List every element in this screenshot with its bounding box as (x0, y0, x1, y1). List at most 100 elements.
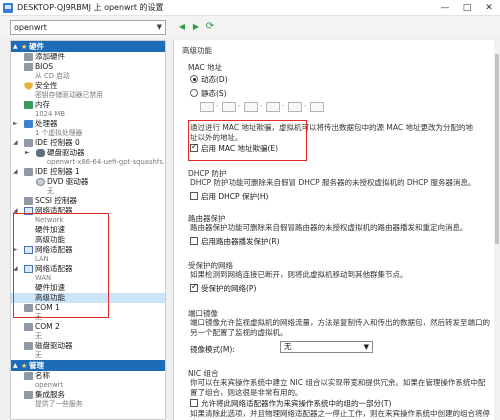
checkbox-checked-icon (190, 282, 198, 292)
protected-network-description: 如果检测到网络连接已断开，则将此虚拟机移动到其他群集节点。 (190, 270, 408, 279)
panel-scrollbar[interactable] (494, 40, 500, 420)
mac-separator: - (304, 102, 307, 110)
tree-label: 名称 (35, 371, 50, 380)
close-icon[interactable]: ✕ (478, 0, 500, 16)
chevron-down-icon: ▼ (156, 23, 162, 31)
floppy-icon (24, 342, 33, 350)
radio-unselected-icon (190, 89, 198, 97)
add-hardware-icon (24, 53, 33, 61)
category-label: 管理 (29, 361, 44, 370)
tree-item-scsi[interactable]: SCSI 控制器 (11, 196, 165, 206)
tree-item-integration[interactable]: 集成服务 (11, 390, 165, 400)
tree-item-processor[interactable]: ► 处理器 (11, 119, 165, 129)
tree-item-dvd[interactable]: DVD 驱动器 (11, 177, 165, 187)
refresh-icon[interactable]: ⟳ (204, 20, 216, 33)
mac-octet-2[interactable] (222, 102, 236, 112)
mac-octet-4[interactable] (266, 102, 280, 112)
tree-item-ide0[interactable]: ◢ IDE 控制器 0 (11, 138, 165, 148)
back-arrow-icon[interactable]: ◀ (176, 20, 188, 33)
checkbox-unchecked-icon (190, 399, 198, 407)
tree-label: IDE 控制器 1 (35, 167, 80, 176)
tree-item-com2[interactable]: COM 2 (11, 322, 165, 332)
collapse-icon[interactable]: ◢ (13, 167, 20, 177)
expand-icon[interactable]: ► (13, 119, 20, 129)
forward-arrow-icon[interactable]: ▶ (190, 20, 202, 33)
category-hardware[interactable]: ▲ ★ 硬件 (11, 41, 165, 52)
tree-item-bios[interactable]: BIOS (11, 62, 165, 72)
minimize-icon[interactable]: — (434, 0, 456, 16)
tree-label: 处理器 (35, 119, 58, 128)
dhcp-description: DHCP 防护功能可删除来自假冒 DHCP 服务器的未授权虚拟机的 DHCP 服… (190, 178, 476, 187)
tree-label: COM 2 (35, 322, 60, 331)
controller-icon (24, 197, 33, 205)
settings-panel: 高级功能 MAC 地址 动态(D) 静态(S) - - - - - 通过进行 M… (173, 40, 500, 420)
checkbox-label: 启用路由器播发保护(R) (201, 237, 280, 246)
collapse-icon[interactable]: ▲ (13, 43, 21, 50)
tree-item-add-hardware[interactable]: 添加硬件 (11, 52, 165, 62)
vm-selector[interactable]: openwrt ▼ (10, 20, 166, 35)
collapse-icon[interactable]: ▲ (13, 362, 21, 369)
checkbox-unchecked-icon (190, 192, 198, 200)
maximize-icon[interactable]: □ (456, 0, 478, 16)
shield-icon (24, 82, 33, 90)
category-management[interactable]: ▲ ★ 管理 (11, 360, 165, 371)
radio-label: 静态(S) (201, 89, 227, 98)
mac-static-radio[interactable]: 静态(S) (190, 88, 227, 99)
window-title: DESKTOP-QJ9RBMJ 上 openwrt 的设置 (17, 3, 164, 12)
star-icon: ★ (21, 42, 28, 51)
protected-network-checkbox[interactable]: 受保护的网络(P) (190, 282, 257, 294)
mac-octet-6[interactable] (310, 102, 324, 112)
router-guard-checkbox[interactable]: 启用路由器播发保护(R) (190, 236, 280, 247)
tree-label: 集成服务 (35, 390, 65, 399)
tree-label: DVD 驱动器 (47, 177, 89, 186)
port-mirroring-description: 端口镜像允许监视虚拟机的网络流量，方法是复制传入和传出的数据包，然后转发至端口的… (190, 318, 490, 337)
controller-icon (24, 139, 33, 147)
highlight-mac-spoofing (188, 120, 307, 161)
checkbox-unchecked-icon (190, 237, 198, 245)
mac-section-title: MAC 地址 (188, 63, 223, 72)
tree-item-ide1[interactable]: ◢ IDE 控制器 1 (11, 167, 165, 177)
mac-separator: - (260, 102, 263, 110)
processor-icon (24, 120, 33, 128)
mac-octet-5[interactable] (288, 102, 302, 112)
tree-sub-security: 密钥存储驱动器已禁用 (35, 91, 103, 99)
dhcp-guard-checkbox[interactable]: 启用 DHCP 保护(H) (190, 191, 268, 202)
tree-label: 添加硬件 (35, 52, 65, 61)
com-port-icon (24, 323, 33, 331)
chevron-down-icon: ▼ (363, 343, 369, 351)
tree-item-security[interactable]: 安全性 (11, 81, 165, 91)
tree-item-name[interactable]: 名称 (11, 371, 165, 381)
panel-header: 高级功能 (182, 46, 212, 55)
tree-sub-processor: 1 个虚拟处理器 (35, 129, 83, 137)
tree-label: IDE 控制器 0 (35, 138, 80, 147)
tree-item-floppy[interactable]: 磁盘驱动器 (11, 341, 165, 351)
radio-label: 动态(D) (201, 75, 228, 84)
tree-label: 硬盘驱动器 (47, 148, 85, 157)
mac-octet-1[interactable] (200, 102, 214, 112)
tree-sub-bios: 从 CD 启动 (35, 72, 70, 80)
highlight-network-adapters (13, 213, 109, 318)
mac-separator: - (282, 102, 285, 110)
tree-sub-memory: 1024 MB (35, 110, 65, 118)
nic-teaming-checkbox[interactable]: 允许将此网络适配器作为来宾操作系统中的组的一部分(T) (190, 398, 391, 409)
checkbox-label: 启用 DHCP 保护(H) (201, 192, 269, 201)
tree-label: 磁盘驱动器 (35, 341, 73, 350)
tree-label: BIOS (35, 62, 54, 71)
memory-icon (24, 101, 33, 109)
scrollbar-thumb[interactable] (495, 54, 499, 244)
expand-icon[interactable]: ► (25, 148, 32, 158)
mirroring-mode-select[interactable]: 无 ▼ (280, 341, 373, 353)
checkbox-label: 允许将此网络适配器作为来宾操作系统中的组的一部分(T) (201, 399, 392, 408)
collapse-icon[interactable]: ◢ (13, 138, 20, 148)
mac-separator: - (216, 102, 219, 110)
bios-chip-icon (24, 63, 33, 71)
tree-item-hdd[interactable]: ► 硬盘驱动器 (11, 148, 165, 158)
tree-sub-hdd: openwrt-x86-64-uefi-gpt-squashfs... (47, 158, 166, 166)
tree-item-memory[interactable]: 内存 (11, 100, 165, 110)
mac-dynamic-radio[interactable]: 动态(D) (190, 74, 228, 85)
radio-selected-icon (190, 75, 198, 83)
tree-sub-floppy: 无 (35, 351, 42, 359)
mirroring-mode-label: 镜像模式(M): (190, 345, 235, 354)
checkbox-label: 受保护的网络(P) (201, 284, 257, 293)
mac-octet-3[interactable] (244, 102, 258, 112)
